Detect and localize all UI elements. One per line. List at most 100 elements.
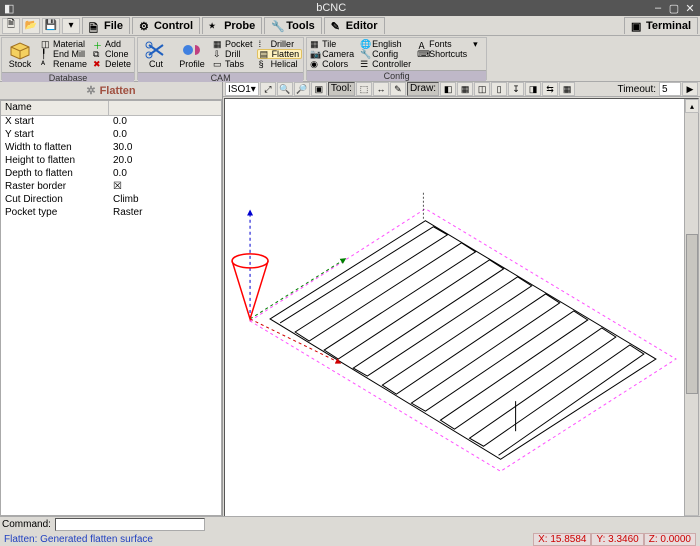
property-row[interactable]: Cut DirectionClimb <box>1 194 221 207</box>
delete-button[interactable]: ✖Delete <box>91 59 133 69</box>
save-file-button[interactable]: 💾 <box>42 18 60 34</box>
open-file-button[interactable]: 📂 <box>22 18 40 34</box>
minimize-button[interactable]: – <box>652 2 664 14</box>
tab-tools[interactable]: 🔧Tools <box>264 17 322 34</box>
draw-grid-button[interactable]: ▦ <box>457 82 473 96</box>
property-name: Pocket type <box>1 207 109 220</box>
col-value <box>109 101 221 115</box>
status-bar: Flatten: Generated flatten surface X: 15… <box>0 532 700 546</box>
scroll-down-button[interactable]: ▾ <box>685 515 699 516</box>
draw-7-button[interactable]: ▦ <box>559 82 575 96</box>
tool-move-button[interactable]: ↔ <box>373 82 389 96</box>
new-file-button[interactable]: 🗎 <box>2 18 20 34</box>
property-value[interactable]: 0.0 <box>109 168 221 181</box>
flatten-button[interactable]: ▤Flatten <box>257 49 303 59</box>
property-row[interactable]: Raster border☒ <box>1 181 221 194</box>
tool-select-button[interactable]: ⬚ <box>356 82 372 96</box>
draw-2-button[interactable]: ◫ <box>474 82 490 96</box>
tab-editor[interactable]: ✎Editor <box>324 17 385 34</box>
tool-label: Tool: <box>328 82 355 96</box>
driller-button[interactable]: ⁞Driller <box>257 39 303 49</box>
body: ✲Flatten Name X start0.0Y start0.0Width … <box>0 82 700 516</box>
property-row[interactable]: Y start0.0 <box>1 129 221 142</box>
properties-header: Name <box>1 101 221 116</box>
stock-button[interactable]: Stock <box>3 39 37 71</box>
timeout-value[interactable]: 5 <box>659 82 681 96</box>
scroll-up-button[interactable]: ▴ <box>685 99 699 113</box>
property-name: Height to flatten <box>1 155 109 168</box>
draw-3-button[interactable]: ▯ <box>491 82 507 96</box>
ribbon-group-database: Stock ◫Material ╿End Mill ᴬRename ＋Add ⧉… <box>1 37 135 80</box>
pocket-button[interactable]: ▦Pocket <box>211 39 255 49</box>
property-name: Depth to flatten <box>1 168 109 181</box>
controller-button[interactable]: ☰Controller <box>358 59 413 69</box>
property-value[interactable]: 0.0 <box>109 129 221 142</box>
zoom-fit-button[interactable]: ⤢ <box>260 82 276 96</box>
canvas[interactable]: ▴ ▾ ◂ ▸ <box>224 98 699 516</box>
property-value[interactable]: ☒ <box>109 181 221 194</box>
property-name: X start <box>1 116 109 129</box>
overflow-button[interactable]: ▾ <box>471 39 485 49</box>
rename-button[interactable]: ᴬRename <box>39 59 89 69</box>
ribbon-group-label: Config <box>307 70 486 81</box>
shortcuts-button[interactable]: ⌨Shortcuts <box>415 49 469 59</box>
tab-terminal[interactable]: ▣Terminal <box>624 17 698 34</box>
property-row[interactable]: Pocket typeRaster <box>1 207 221 220</box>
profile-button[interactable]: Profile <box>175 39 209 71</box>
property-value[interactable]: Climb <box>109 194 221 207</box>
camera-button[interactable]: 📷Camera <box>308 49 356 59</box>
property-value[interactable]: 20.0 <box>109 155 221 168</box>
material-button[interactable]: ◫Material <box>39 39 89 49</box>
add-button[interactable]: ＋Add <box>91 39 133 49</box>
language-button[interactable]: 🌐English <box>358 39 413 49</box>
tabs-button[interactable]: ▭Tabs <box>211 59 255 69</box>
view-toolbar: ISO1 ▾ ⤢ 🔍 🔎 ▣ Tool: ⬚ ↔ ✎ Draw: ◧ ▦ ◫ ▯… <box>223 82 700 97</box>
main-tabs: 🗎 📂 💾 ▾ 🗎File ⚙Control ⭑Probe 🔧Tools ✎Ed… <box>0 16 700 36</box>
tab-file[interactable]: 🗎File <box>82 17 130 34</box>
timeout-label: Timeout: <box>615 84 658 95</box>
zoom-sel-button[interactable]: ▣ <box>311 82 327 96</box>
coord-z: Z: 0.0000 <box>644 533 696 546</box>
fonts-button[interactable]: ＡFonts <box>415 39 469 49</box>
property-row[interactable]: X start0.0 <box>1 116 221 129</box>
scrollbar-vertical[interactable]: ▴ ▾ <box>684 99 698 516</box>
window-titlebar: ◧ bCNC – ▢ ✕ <box>0 0 700 16</box>
iso-select[interactable]: ISO1 ▾ <box>225 82 259 96</box>
tool-draw-button[interactable]: ✎ <box>390 82 406 96</box>
properties-table: Name X start0.0Y start0.0Width to flatte… <box>0 100 222 516</box>
draw-6-button[interactable]: ⇆ <box>542 82 558 96</box>
run-button[interactable]: ▶ <box>682 82 698 96</box>
draw-5-button[interactable]: ◨ <box>525 82 541 96</box>
stock-icon <box>9 41 31 59</box>
draw-1-button[interactable]: ◧ <box>440 82 456 96</box>
property-name: Raster border <box>1 181 109 194</box>
command-input[interactable] <box>55 518 205 531</box>
property-value[interactable]: 30.0 <box>109 142 221 155</box>
viewport-svg <box>225 99 698 516</box>
command-label: Command: <box>2 519 51 530</box>
clone-button[interactable]: ⧉Clone <box>91 49 133 59</box>
property-row[interactable]: Width to flatten30.0 <box>1 142 221 155</box>
zoom-in-button[interactable]: 🔍 <box>277 82 293 96</box>
property-value[interactable]: 0.0 <box>109 116 221 129</box>
tile-button[interactable]: ▦Tile <box>308 39 356 49</box>
colors-button[interactable]: ◉Colors <box>308 59 356 69</box>
status-message: Flatten: Generated flatten surface <box>4 534 533 545</box>
property-row[interactable]: Depth to flatten0.0 <box>1 168 221 181</box>
dropdown-button[interactable]: ▾ <box>62 18 80 34</box>
tab-probe[interactable]: ⭑Probe <box>202 17 262 34</box>
drill-button[interactable]: ⇩Drill <box>211 49 255 59</box>
left-panel: ✲Flatten Name X start0.0Y start0.0Width … <box>0 82 223 516</box>
draw-4-button[interactable]: ↧ <box>508 82 524 96</box>
profile-icon <box>181 41 203 59</box>
close-button[interactable]: ✕ <box>684 2 696 14</box>
property-value[interactable]: Raster <box>109 207 221 220</box>
endmill-button[interactable]: ╿End Mill <box>39 49 89 59</box>
helical-button[interactable]: §Helical <box>257 59 303 69</box>
tab-control[interactable]: ⚙Control <box>132 17 200 34</box>
config-button[interactable]: 🔧Config <box>358 49 413 59</box>
zoom-out-button[interactable]: 🔎 <box>294 82 310 96</box>
cut-button[interactable]: Cut <box>139 39 173 71</box>
property-row[interactable]: Height to flatten20.0 <box>1 155 221 168</box>
maximize-button[interactable]: ▢ <box>668 2 680 14</box>
